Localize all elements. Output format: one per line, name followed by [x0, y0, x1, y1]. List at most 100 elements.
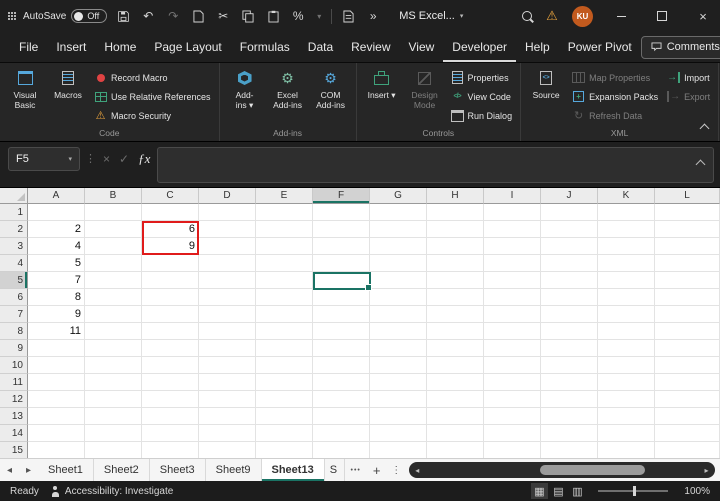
- column-header-C[interactable]: C: [142, 188, 199, 204]
- cell-H13[interactable]: [427, 408, 484, 425]
- cell-A4[interactable]: 5: [28, 255, 85, 272]
- app-launcher-icon[interactable]: [8, 12, 10, 14]
- select-all-corner[interactable]: [0, 188, 28, 204]
- cell-E1[interactable]: [256, 204, 313, 221]
- cell-J14[interactable]: [541, 425, 598, 442]
- menu-tab-developer[interactable]: Developer: [443, 32, 516, 62]
- cell-D5[interactable]: [199, 272, 256, 289]
- menu-tab-page-layout[interactable]: Page Layout: [145, 32, 230, 62]
- menu-tab-help[interactable]: Help: [516, 32, 559, 62]
- cell-L15[interactable]: [655, 442, 720, 458]
- column-header-L[interactable]: L: [655, 188, 720, 204]
- cell-I9[interactable]: [484, 340, 541, 357]
- properties-button[interactable]: Properties: [448, 69, 516, 86]
- cell-I1[interactable]: [484, 204, 541, 221]
- com-add-ins-button[interactable]: COMAdd-ins: [311, 66, 351, 127]
- warning-icon[interactable]: ⚠: [543, 7, 561, 25]
- menu-tab-file[interactable]: File: [10, 32, 47, 62]
- column-header-I[interactable]: I: [484, 188, 541, 204]
- row-header-6[interactable]: 6: [0, 289, 28, 306]
- row-header-4[interactable]: 4: [0, 255, 28, 272]
- cell-C10[interactable]: [142, 357, 199, 374]
- cell-I2[interactable]: [484, 221, 541, 238]
- sheet-tab-sheet13[interactable]: Sheet13: [261, 459, 325, 481]
- percent-style-button[interactable]: %: [289, 7, 307, 25]
- more-commands-button[interactable]: »: [364, 7, 382, 25]
- cell-E13[interactable]: [256, 408, 313, 425]
- cell-C9[interactable]: [142, 340, 199, 357]
- cell-F10[interactable]: [313, 357, 370, 374]
- cell-F2[interactable]: [313, 221, 370, 238]
- cell-E11[interactable]: [256, 374, 313, 391]
- cell-A5[interactable]: 7: [28, 272, 85, 289]
- scroll-right-icon[interactable]: ▸: [700, 466, 713, 475]
- menu-tab-data[interactable]: Data: [299, 32, 342, 62]
- cell-F13[interactable]: [313, 408, 370, 425]
- macro-security-button[interactable]: Macro Security: [91, 107, 214, 124]
- cell-F7[interactable]: [313, 306, 370, 323]
- row-header-3[interactable]: 3: [0, 238, 28, 255]
- cell-G8[interactable]: [370, 323, 427, 340]
- use-relative-references-button[interactable]: Use Relative References: [91, 88, 214, 105]
- cell-D6[interactable]: [199, 289, 256, 306]
- cell-I8[interactable]: [484, 323, 541, 340]
- cell-G1[interactable]: [370, 204, 427, 221]
- cell-C11[interactable]: [142, 374, 199, 391]
- cell-E6[interactable]: [256, 289, 313, 306]
- cell-H11[interactable]: [427, 374, 484, 391]
- cell-E3[interactable]: [256, 238, 313, 255]
- cell-G10[interactable]: [370, 357, 427, 374]
- name-box[interactable]: F5 ▾: [8, 147, 80, 171]
- cell-D9[interactable]: [199, 340, 256, 357]
- cell-B10[interactable]: [85, 357, 142, 374]
- column-header-B[interactable]: B: [85, 188, 142, 204]
- cell-L12[interactable]: [655, 391, 720, 408]
- cell-A8[interactable]: 11: [28, 323, 85, 340]
- cell-G3[interactable]: [370, 238, 427, 255]
- macros-button[interactable]: Macros: [48, 66, 88, 127]
- cell-B11[interactable]: [85, 374, 142, 391]
- cell-L5[interactable]: [655, 272, 720, 289]
- cell-E12[interactable]: [256, 391, 313, 408]
- zoom-slider[interactable]: [598, 485, 668, 497]
- file-icon[interactable]: [339, 7, 357, 25]
- cell-D1[interactable]: [199, 204, 256, 221]
- cell-E14[interactable]: [256, 425, 313, 442]
- cell-C6[interactable]: [142, 289, 199, 306]
- cell-H4[interactable]: [427, 255, 484, 272]
- column-header-J[interactable]: J: [541, 188, 598, 204]
- column-header-F[interactable]: F: [313, 188, 370, 204]
- cell-A3[interactable]: 4: [28, 238, 85, 255]
- menu-tab-formulas[interactable]: Formulas: [231, 32, 299, 62]
- cell-H9[interactable]: [427, 340, 484, 357]
- column-header-G[interactable]: G: [370, 188, 427, 204]
- source-button[interactable]: Source: [526, 66, 566, 127]
- cell-J4[interactable]: [541, 255, 598, 272]
- cut-button[interactable]: ✂: [214, 7, 232, 25]
- sheet-tab-s[interactable]: S: [325, 459, 345, 481]
- sheet-tab-sheet9[interactable]: Sheet9: [206, 459, 262, 481]
- insert-function-button[interactable]: ƒx: [136, 147, 152, 171]
- row-header-8[interactable]: 8: [0, 323, 28, 340]
- column-header-K[interactable]: K: [598, 188, 655, 204]
- cell-D15[interactable]: [199, 442, 256, 458]
- cell-D7[interactable]: [199, 306, 256, 323]
- cell-L1[interactable]: [655, 204, 720, 221]
- next-sheet-button[interactable]: ▸: [19, 459, 38, 481]
- cell-H1[interactable]: [427, 204, 484, 221]
- cell-E5[interactable]: [256, 272, 313, 289]
- cell-L9[interactable]: [655, 340, 720, 357]
- cell-A2[interactable]: 2: [28, 221, 85, 238]
- cell-H12[interactable]: [427, 391, 484, 408]
- cell-E10[interactable]: [256, 357, 313, 374]
- clipboard-button[interactable]: [264, 7, 282, 25]
- cell-J3[interactable]: [541, 238, 598, 255]
- cell-G5[interactable]: [370, 272, 427, 289]
- column-header-H[interactable]: H: [427, 188, 484, 204]
- cell-D11[interactable]: [199, 374, 256, 391]
- cell-H15[interactable]: [427, 442, 484, 458]
- map-properties-button[interactable]: Map Properties: [569, 69, 661, 86]
- cell-F11[interactable]: [313, 374, 370, 391]
- minimize-button[interactable]: [604, 0, 638, 32]
- cell-H10[interactable]: [427, 357, 484, 374]
